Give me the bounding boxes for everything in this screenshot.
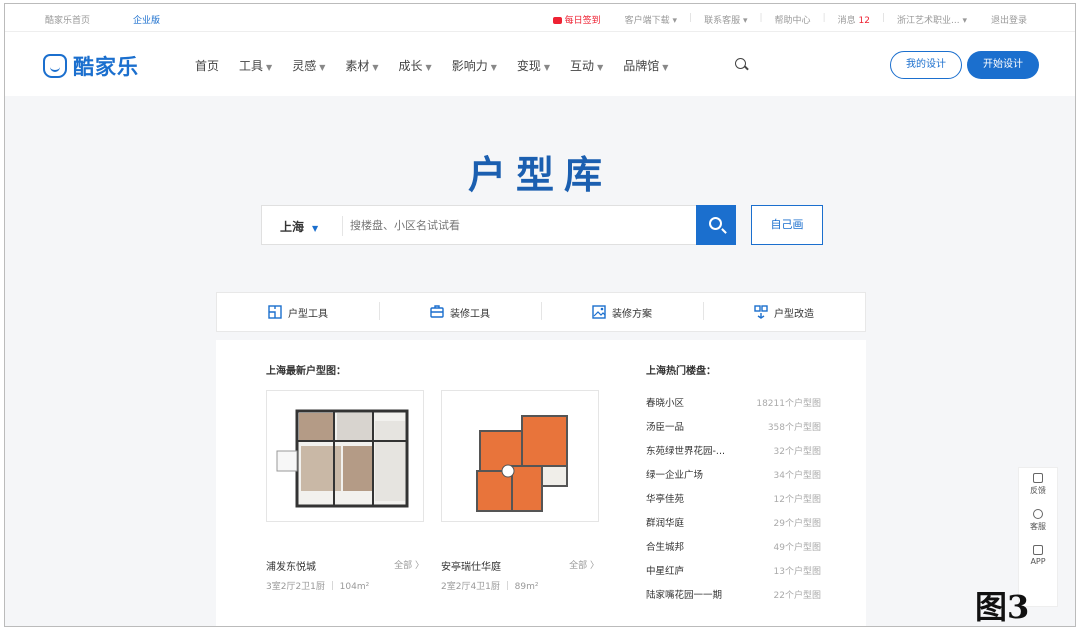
- self-draw-button[interactable]: 自己画: [751, 205, 823, 245]
- latest-title: 上海最新户型图：: [266, 366, 346, 377]
- nav-item-tools[interactable]: 工具 ▼: [239, 57, 272, 74]
- my-design-button[interactable]: 我的设计: [890, 51, 962, 79]
- divider: [342, 216, 343, 236]
- tool-decoration[interactable]: 装修工具: [379, 301, 541, 320]
- chevron-down-icon: ▼: [597, 63, 604, 72]
- list-item[interactable]: 东苑绿世界花园-... 32个户型图: [646, 438, 821, 462]
- start-design-button[interactable]: 开始设计: [967, 51, 1039, 79]
- brand-logo[interactable]: 酷家乐: [43, 51, 139, 81]
- caret-down-icon: ▼: [312, 224, 319, 233]
- floorplan-image[interactable]: [441, 390, 599, 522]
- feedback-button[interactable]: 反馈: [1019, 468, 1057, 504]
- contact-link[interactable]: 联系客服 ▾: [692, 13, 759, 26]
- service-button[interactable]: 客服: [1019, 504, 1057, 540]
- chevron-down-icon: ▼: [543, 63, 551, 72]
- list-item[interactable]: 汤臣一品 358个户型图: [646, 414, 821, 438]
- toolbox-icon: [430, 305, 444, 318]
- page-title: 户型库: [467, 153, 612, 197]
- list-item[interactable]: 华亭佳苑 12个户型图: [646, 486, 821, 510]
- content-panel: 上海最新户型图： 浦发东悦城 全部 〉 3室2厅2卫1厨 ｜ 104m² 安亭瑞…: [216, 340, 866, 626]
- chevron-down-icon: ▼: [662, 63, 669, 72]
- search-input[interactable]: [350, 206, 690, 244]
- nav-item-growth[interactable]: 成长 ▼: [399, 57, 432, 74]
- house-smile-icon: [43, 54, 67, 78]
- floorplan-card[interactable]: 安亭瑞仕华庭 全部 〉 2室2厅4卫1厨 ｜ 89m²: [441, 390, 599, 592]
- search-bar: 上海 ▼: [261, 205, 736, 245]
- nav-menu: 首页 工具 ▼ 灵感 ▼ 素材 ▼ 成长 ▼ 影响力 ▼ 变现 ▼ 互动 ▼ 品牌馆 ▼: [195, 57, 688, 74]
- account-menu[interactable]: 浙江艺术职业... ▾: [885, 13, 979, 26]
- nav-item-monetize[interactable]: 变现 ▼: [517, 57, 550, 74]
- headset-icon: [1033, 509, 1043, 519]
- help-center-link[interactable]: 帮助中心: [763, 13, 823, 26]
- phone-icon: [1033, 545, 1043, 555]
- top-utility-bar: 酷家乐首页 企业版 每日签到 客户端下载 ▾ | 联系客服 ▾ | 帮助中心 |…: [5, 4, 1075, 32]
- gift-icon: [552, 17, 562, 24]
- card-meta: 2室2厅4卫1厨 ｜ 89m²: [441, 582, 539, 592]
- logout-link[interactable]: 退出登录: [979, 13, 1039, 26]
- tools-bar: 户型工具 装修工具 装修方案 户型改造: [216, 292, 866, 332]
- chevron-down-icon: ▼: [266, 63, 273, 72]
- tool-scheme[interactable]: 装修方案: [541, 301, 703, 320]
- client-download-link[interactable]: 客户端下载 ▾: [613, 13, 689, 26]
- tool-floorplan[interactable]: 户型工具: [217, 305, 379, 320]
- list-item[interactable]: 春晓小区 18211个户型图: [646, 390, 821, 414]
- list-item[interactable]: 绿一企业广场 34个户型图: [646, 462, 821, 486]
- view-all-link[interactable]: 全部 〉: [394, 558, 424, 571]
- nav-item-influence[interactable]: 影响力 ▼: [452, 57, 497, 74]
- card-name: 安亭瑞仕华庭: [441, 562, 501, 573]
- city-select[interactable]: 上海 ▼: [280, 218, 318, 235]
- search-button[interactable]: [696, 205, 736, 245]
- nav-item-brands[interactable]: 品牌馆 ▼: [623, 57, 668, 74]
- list-item[interactable]: 群润华庭 29个户型图: [646, 510, 821, 534]
- list-item[interactable]: 陆家嘴花园一一期 22个户型图: [646, 582, 821, 606]
- card-name: 浦发东悦城: [266, 562, 316, 573]
- image-icon: [592, 305, 606, 319]
- message-count: 12: [858, 16, 870, 26]
- nav-item-materials[interactable]: 素材 ▼: [345, 57, 378, 74]
- messages-link[interactable]: 消息 12: [826, 13, 882, 26]
- renovate-icon: [754, 305, 768, 319]
- app-button[interactable]: APP: [1019, 540, 1057, 576]
- floorplan-image[interactable]: [266, 390, 424, 522]
- tool-renovate[interactable]: 户型改造: [703, 301, 865, 320]
- search-icon[interactable]: [735, 58, 746, 69]
- chevron-down-icon: ▼: [319, 63, 326, 72]
- hot-estate-list: 春晓小区 18211个户型图 汤臣一品 358个户型图 东苑绿世界花园-... 32个…: [646, 390, 821, 606]
- list-item[interactable]: 中星红庐 13个户型图: [646, 558, 821, 582]
- search-icon: [709, 217, 722, 230]
- signin-link[interactable]: 每日签到: [541, 13, 613, 26]
- list-item[interactable]: 合生城邦 49个户型图: [646, 534, 821, 558]
- nav-item-home[interactable]: 首页: [195, 57, 219, 74]
- floorplan-card[interactable]: 浦发东悦城 全部 〉 3室2厅2卫1厨 ｜ 104m²: [266, 390, 424, 592]
- floorplan-grey-drawing: [276, 409, 409, 508]
- chevron-down-icon: ▼: [490, 63, 497, 72]
- nav-item-interact[interactable]: 互动 ▼: [570, 57, 603, 74]
- figure-label: 图3: [975, 588, 1030, 626]
- card-meta: 3室2厅2卫1厨 ｜ 104m²: [266, 582, 370, 592]
- enterprise-link[interactable]: 企业版: [133, 13, 160, 26]
- floorplan-orange-drawing: [476, 415, 568, 512]
- floorplan-icon: [268, 305, 282, 319]
- home-link[interactable]: 酷家乐首页: [45, 13, 90, 26]
- chevron-down-icon: ▼: [372, 63, 379, 72]
- hot-title: 上海热门楼盘：: [646, 366, 716, 377]
- brand-name: 酷家乐: [73, 55, 139, 79]
- nav-item-inspiration[interactable]: 灵感 ▼: [292, 57, 325, 74]
- chevron-down-icon: ▼: [425, 63, 432, 72]
- browser-frame: 酷家乐首页 企业版 每日签到 客户端下载 ▾ | 联系客服 ▾ | 帮助中心 |…: [4, 3, 1076, 627]
- view-all-link[interactable]: 全部 〉: [569, 558, 599, 571]
- edit-icon: [1033, 473, 1043, 483]
- main-nav: 酷家乐 首页 工具 ▼ 灵感 ▼ 素材 ▼ 成长 ▼ 影响力 ▼ 变现 ▼ 互动 ▼ 品牌馆 ▼…: [5, 32, 1075, 96]
